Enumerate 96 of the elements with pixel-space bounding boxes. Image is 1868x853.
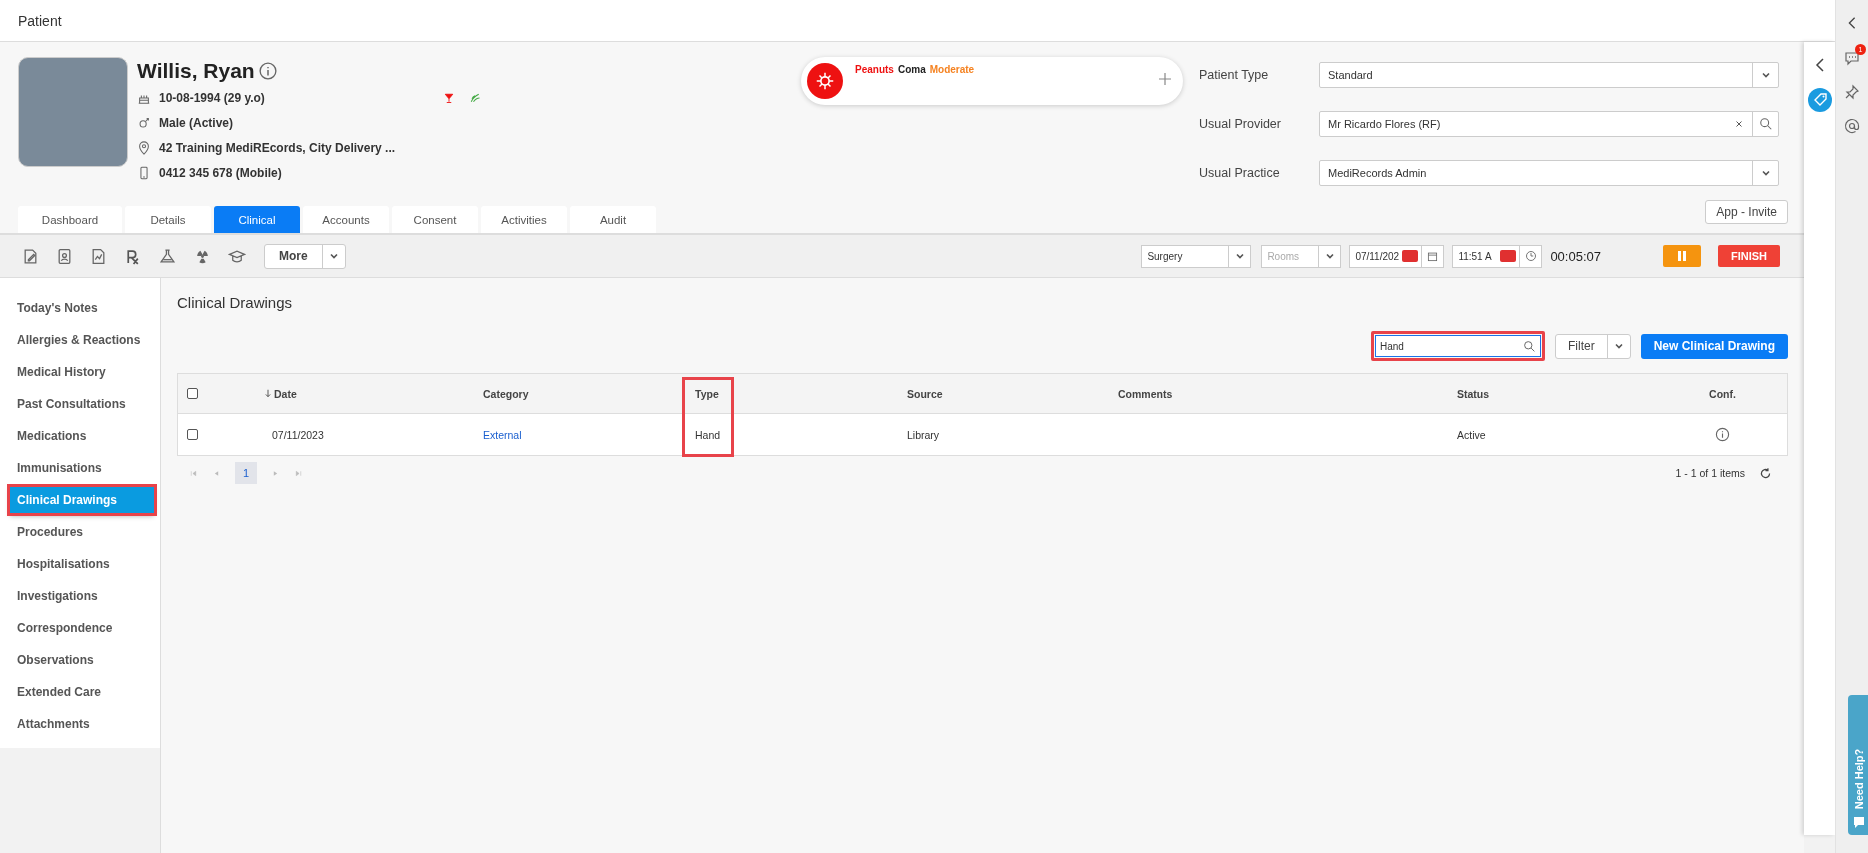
more-dots-icon [1402, 250, 1419, 262]
chevron-down-icon[interactable] [1324, 251, 1335, 261]
table-cell: Active [1457, 428, 1486, 441]
tab[interactable]: Clinical [214, 206, 300, 233]
mobile-phone-icon [137, 165, 151, 180]
sidebar-item[interactable]: Procedures [10, 516, 154, 548]
tab[interactable]: Details [125, 206, 211, 233]
pause-icon [1676, 250, 1688, 262]
chevron-down-icon[interactable] [1760, 70, 1771, 80]
chat-bubble-icon [1852, 815, 1866, 829]
table-cell: Library [907, 428, 940, 441]
filter-button[interactable]: Filter [1554, 333, 1631, 359]
clear-icon[interactable] [1734, 119, 1744, 129]
column-header[interactable]: Date [274, 387, 297, 400]
gender-status: Male (Active) [159, 115, 234, 130]
select-field[interactable]: Standard [1319, 62, 1779, 88]
field-label: Usual Practice [1199, 166, 1281, 180]
allergy-label: Peanuts [855, 64, 894, 75]
lab-flask-icon[interactable] [158, 247, 177, 265]
chevron-down-icon[interactable] [1613, 341, 1624, 351]
column-header[interactable]: Source [907, 387, 943, 400]
more-dots-icon [1500, 250, 1517, 262]
sidebar-item[interactable]: Immunisations [10, 452, 154, 484]
pin-icon[interactable] [1844, 84, 1860, 100]
app-invite-button[interactable]: App - Invite [1705, 200, 1788, 224]
column-header[interactable]: Comments [1118, 387, 1173, 400]
page-button[interactable]: 1 [235, 462, 257, 484]
sidebar-item[interactable]: Medical History [10, 356, 154, 388]
select-field[interactable]: MediRecords Admin [1319, 160, 1779, 186]
virus-icon [807, 63, 843, 99]
chart-document-icon[interactable] [90, 247, 107, 265]
tab[interactable]: Consent [392, 206, 478, 233]
more-button[interactable]: More [264, 243, 346, 269]
gender-icon [137, 115, 151, 130]
calendar-icon[interactable] [1427, 250, 1439, 262]
category-link[interactable]: External [483, 428, 522, 441]
chevron-down-icon[interactable] [328, 251, 339, 261]
table-cell: Hand [695, 428, 721, 441]
sidebar-item[interactable]: Hospitalisations [10, 548, 154, 580]
sidebar-item[interactable]: Observations [10, 644, 154, 676]
tab[interactable]: Activities [481, 206, 567, 233]
new-clinical-drawing-button[interactable]: New Clinical Drawing [1640, 333, 1788, 359]
sidebar-item[interactable]: Today's Notes [10, 292, 154, 324]
location-pin-icon [137, 140, 151, 155]
date-field[interactable]: 07/11/202 [1349, 244, 1445, 268]
page-title: Clinical Drawings [177, 294, 293, 311]
person-document-icon[interactable] [56, 247, 73, 265]
column-header[interactable]: Status [1457, 387, 1490, 400]
clock-icon[interactable] [1524, 250, 1537, 262]
allergy-label: Moderate [929, 64, 975, 75]
column-header[interactable]: Type [695, 387, 719, 400]
pager-info: 1 - 1 of 1 items [1675, 467, 1745, 479]
cocktail-glass-icon [442, 91, 455, 104]
chat-icon[interactable] [1844, 50, 1860, 66]
info-icon[interactable] [258, 62, 277, 80]
tab[interactable]: Accounts [303, 206, 389, 233]
leaf-icon [468, 91, 481, 104]
field-label: Patient Type [1199, 68, 1270, 82]
patient-name: Willis, Ryan [137, 59, 255, 83]
field-label: Usual Provider [1199, 117, 1282, 131]
session-timer: 00:05:07 [1550, 248, 1601, 264]
sort-down-arrow-icon[interactable] [263, 388, 273, 399]
checkbox[interactable] [187, 429, 198, 440]
table-cell: 07/11/2023 [272, 428, 324, 441]
allergy-label: Coma [897, 64, 926, 75]
address: 42 Training MediREcords, City Delivery ... [159, 140, 396, 155]
refresh-icon[interactable] [1759, 466, 1772, 480]
sidebar-item[interactable]: Allergies & Reactions [10, 324, 154, 356]
sidebar-item[interactable]: Medications [10, 420, 154, 452]
edit-note-icon[interactable] [22, 247, 39, 265]
location-select[interactable]: Surgery [1141, 244, 1252, 268]
sidebar-item[interactable]: Investigations [10, 580, 154, 612]
finish-button[interactable]: FINISH [1718, 245, 1780, 267]
search-field[interactable]: Hand [1374, 335, 1541, 357]
tag-icon[interactable] [1807, 88, 1832, 112]
checkbox[interactable] [187, 388, 198, 399]
tab[interactable]: Audit [570, 206, 656, 233]
prescription-icon[interactable] [124, 247, 141, 265]
sidebar-item[interactable]: Past Consultations [10, 388, 154, 420]
search-icon[interactable] [1758, 117, 1773, 131]
chevron-down-icon[interactable] [1234, 251, 1245, 261]
column-header[interactable]: Conf. [1709, 387, 1736, 400]
chevron-down-icon[interactable] [1760, 168, 1771, 178]
search-icon[interactable] [1522, 339, 1536, 353]
tab[interactable]: Dashboard [18, 206, 122, 233]
info-icon[interactable] [1715, 427, 1730, 442]
at-sign-icon[interactable] [1844, 118, 1860, 134]
phone-number: 0412 345 678 (Mobile) [159, 165, 282, 180]
sidebar-item[interactable]: Extended Care [10, 676, 154, 708]
sidebar-item[interactable]: Attachments [10, 708, 154, 740]
window-title: Patient [18, 12, 62, 29]
time-field[interactable]: 11:51 A [1452, 244, 1543, 268]
sidebar-item[interactable]: Correspondence [10, 612, 154, 644]
search-field[interactable]: Mr Ricardo Flores (RF) [1319, 111, 1779, 137]
date-of-birth: 10-08-1994 (29 y.o) [159, 90, 265, 105]
column-header[interactable]: Category [483, 387, 529, 400]
